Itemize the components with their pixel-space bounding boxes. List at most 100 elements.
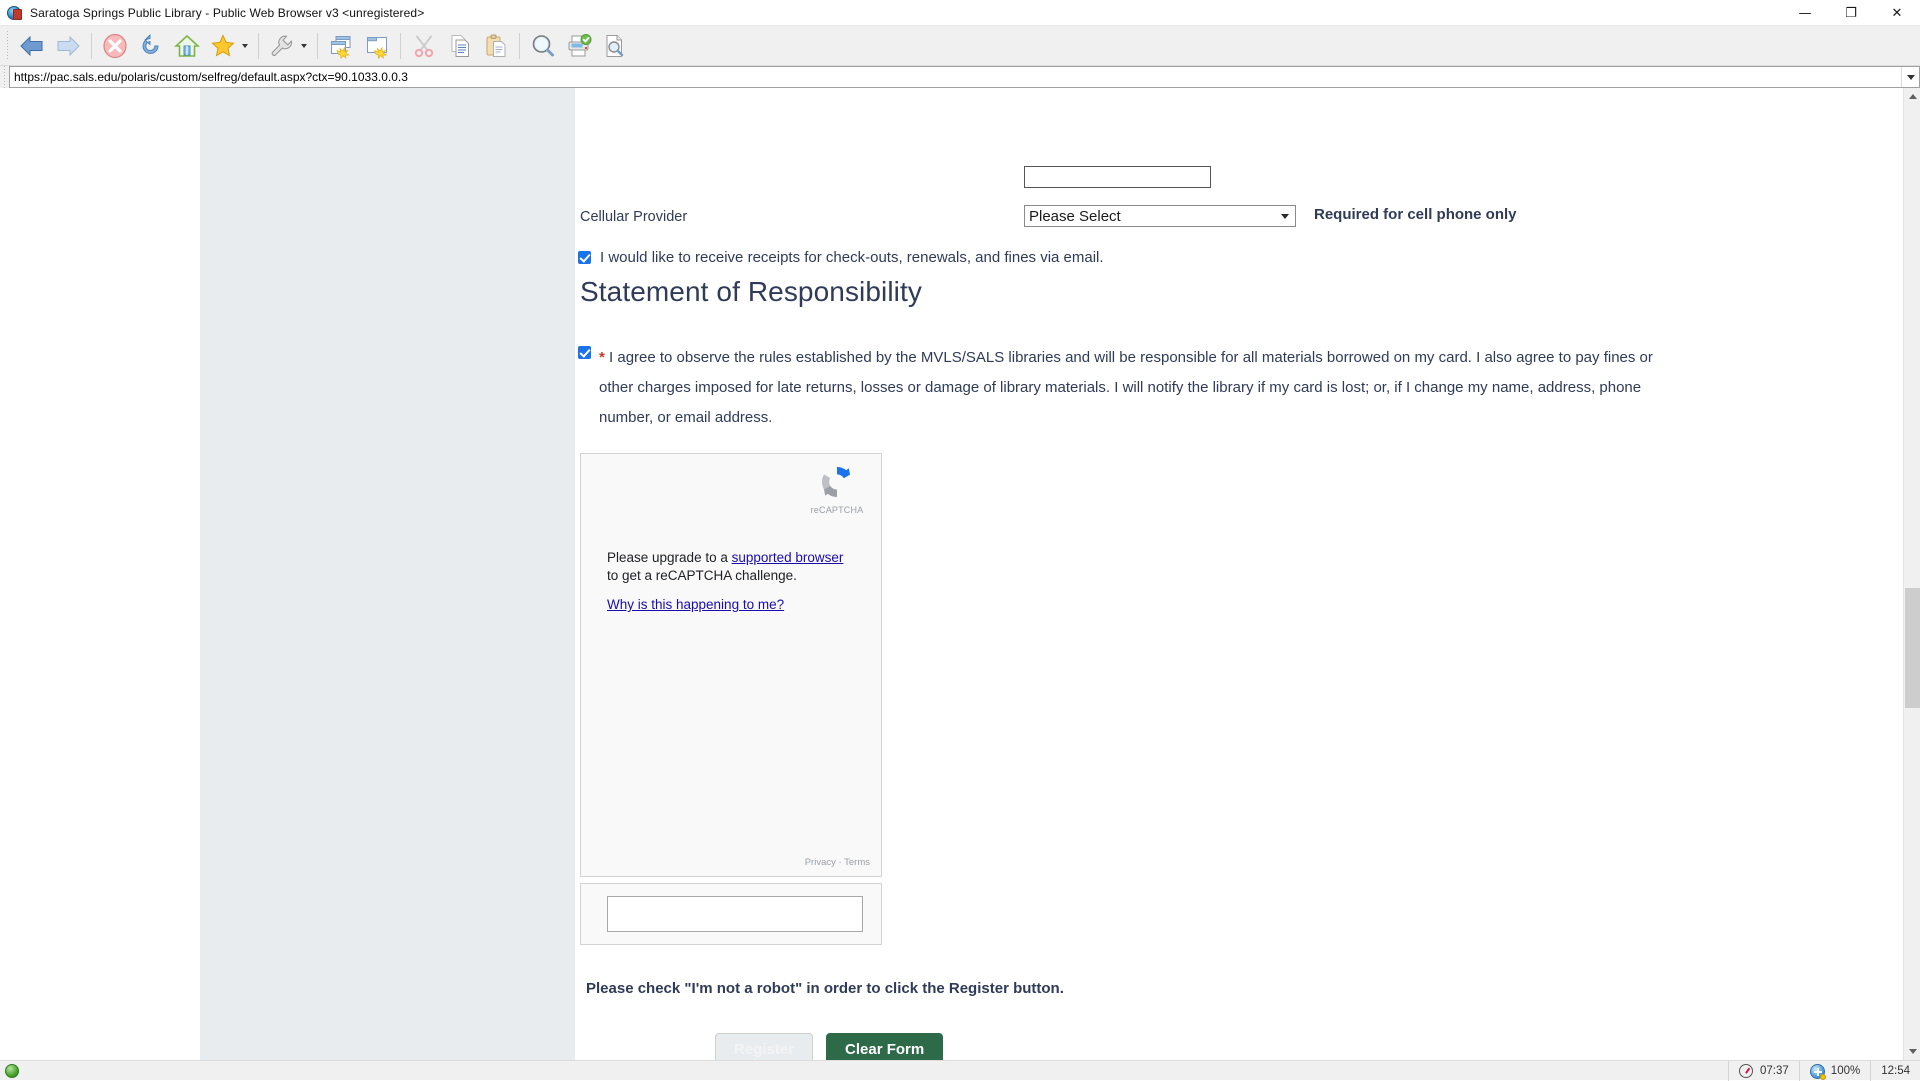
print-preview-button[interactable] <box>597 29 633 63</box>
address-bar[interactable] <box>9 66 1920 88</box>
wrench-icon <box>271 35 293 56</box>
recaptcha-message: Please upgrade to a supported browser to… <box>607 549 857 584</box>
home-button[interactable] <box>169 29 205 63</box>
toolbar-separator <box>317 32 318 59</box>
favorites-dropdown-caret[interactable] <box>242 43 248 48</box>
web-page: Cellular Provider Please Select Required… <box>0 88 1920 1060</box>
address-bar-grip[interactable] <box>2 66 9 88</box>
email-receipts-checkbox[interactable] <box>578 251 591 264</box>
phone-field-partial[interactable] <box>1024 166 1211 188</box>
email-receipts-row[interactable]: I would like to receive receipts for che… <box>578 249 1104 266</box>
restore-icon: ❐ <box>1845 5 1857 21</box>
caret-up-icon <box>1908 94 1917 99</box>
maximize-restore-button[interactable]: ❐ <box>1828 0 1874 26</box>
page-viewport: Cellular Provider Please Select Required… <box>0 88 1920 1060</box>
cellular-provider-label: Cellular Provider <box>580 209 688 225</box>
session-timer: 07:37 <box>1760 1065 1789 1077</box>
toolbar-grip[interactable] <box>5 30 12 61</box>
close-icon: ✕ <box>1891 5 1903 21</box>
status-bar: 07:37 100% 12:54 <box>0 1060 1920 1081</box>
scissors-icon <box>414 35 434 57</box>
forward-button[interactable] <box>50 29 86 63</box>
tools-button[interactable] <box>264 29 300 63</box>
home-icon <box>174 34 200 57</box>
refresh-button[interactable] <box>133 29 169 63</box>
title-bar: Saratoga Springs Public Library - Public… <box>0 0 1920 26</box>
new-window-button[interactable] <box>323 29 359 63</box>
recaptcha-logo-icon <box>817 462 857 502</box>
print-button[interactable] <box>561 29 597 63</box>
app-globe-icon <box>7 5 23 21</box>
close-button[interactable]: ✕ <box>1874 0 1920 26</box>
recaptcha-message-suffix: to get a reCAPTCHA challenge. <box>607 567 797 583</box>
scroll-up-button[interactable] <box>1904 88 1920 105</box>
address-bar-row <box>0 66 1920 88</box>
captcha-response-input[interactable] <box>607 896 863 932</box>
new-window-icon <box>331 35 351 59</box>
stop-icon <box>103 33 127 58</box>
window-title: Saratoga Springs Public Library - Public… <box>30 5 425 20</box>
agreement-text: I agree to observe the rules established… <box>599 349 1653 426</box>
paste-button[interactable] <box>478 29 514 63</box>
recaptcha-widget: reCAPTCHA Please upgrade to a supported … <box>580 453 882 877</box>
cellular-provider-value: Please Select <box>1029 207 1121 225</box>
status-right-group: 07:37 100% 12:54 <box>1728 1061 1920 1081</box>
scrollbar-thumb[interactable] <box>1905 588 1920 708</box>
clear-form-button[interactable]: Clear Form <box>826 1033 944 1060</box>
robot-check-message: Please check "I'm not a robot" in order … <box>586 980 1064 997</box>
address-input[interactable] <box>10 70 1901 84</box>
print-preview-icon <box>606 34 624 57</box>
refresh-icon <box>142 33 159 54</box>
form-action-buttons: Register Clear Form <box>715 1033 944 1060</box>
minimize-button[interactable]: — <box>1782 0 1828 26</box>
agreement-row[interactable]: * I agree to observe the rules establish… <box>578 343 1658 433</box>
star-icon <box>211 33 235 56</box>
tools-dropdown-caret[interactable] <box>301 43 307 48</box>
window-controls: — ❐ ✕ <box>1782 0 1920 26</box>
agreement-checkbox[interactable] <box>578 346 591 359</box>
caret-down-icon <box>1908 1049 1917 1054</box>
printer-icon <box>568 33 592 56</box>
new-tab-icon <box>367 36 388 59</box>
zoom-level-cell[interactable]: 100% <box>1798 1061 1870 1081</box>
cellular-provider-select[interactable]: Please Select <box>1024 205 1296 227</box>
cell-required-note: Required for cell phone only <box>1314 206 1517 223</box>
recaptcha-brand-label: reCAPTCHA <box>810 505 864 515</box>
scroll-down-button[interactable] <box>1904 1043 1920 1060</box>
clock-time: 12:54 <box>1881 1065 1910 1077</box>
email-receipts-label: I would like to receive receipts for che… <box>600 249 1104 266</box>
address-dropdown-button[interactable] <box>1901 67 1919 87</box>
copy-icon <box>451 34 469 57</box>
timer-icon <box>1739 1064 1754 1078</box>
find-button[interactable] <box>525 29 561 63</box>
search-icon <box>532 34 554 56</box>
why-is-this-happening-link[interactable]: Why is this happening to me? <box>607 597 784 612</box>
register-button[interactable]: Register <box>715 1033 814 1060</box>
statement-of-responsibility-heading: Statement of Responsibility <box>580 276 922 307</box>
session-timer-cell: 07:37 <box>1728 1061 1799 1081</box>
new-tab-button[interactable] <box>359 29 395 63</box>
page-left-margin <box>0 88 200 1060</box>
toolbar-separator <box>91 32 92 59</box>
zoom-level: 100% <box>1830 1065 1861 1077</box>
back-arrow-icon <box>20 35 43 56</box>
back-button[interactable] <box>14 29 50 63</box>
chevron-down-icon <box>1906 74 1915 80</box>
cut-button[interactable] <box>406 29 442 63</box>
copy-button[interactable] <box>442 29 478 63</box>
required-asterisk: * <box>599 349 605 366</box>
cellular-provider-select-wrap[interactable]: Please Select <box>1024 205 1296 227</box>
forward-arrow-icon <box>57 35 80 56</box>
browser-window: Saratoga Springs Public Library - Public… <box>0 0 1920 1081</box>
page-scrollbar-vertical[interactable] <box>1903 88 1920 1060</box>
toolbar-separator <box>258 32 259 59</box>
recaptcha-why-row: Why is this happening to me? <box>607 597 784 612</box>
supported-browser-link[interactable]: supported browser <box>732 550 844 565</box>
favorites-button[interactable] <box>205 29 241 63</box>
status-globe-icon <box>5 1063 19 1078</box>
toolbar-separator <box>400 32 401 59</box>
browser-toolbar <box>0 26 1920 66</box>
recaptcha-privacy-terms[interactable]: Privacy · Terms <box>805 857 870 868</box>
stop-button[interactable] <box>97 29 133 63</box>
recaptcha-message-prefix: Please upgrade to a <box>607 550 732 565</box>
